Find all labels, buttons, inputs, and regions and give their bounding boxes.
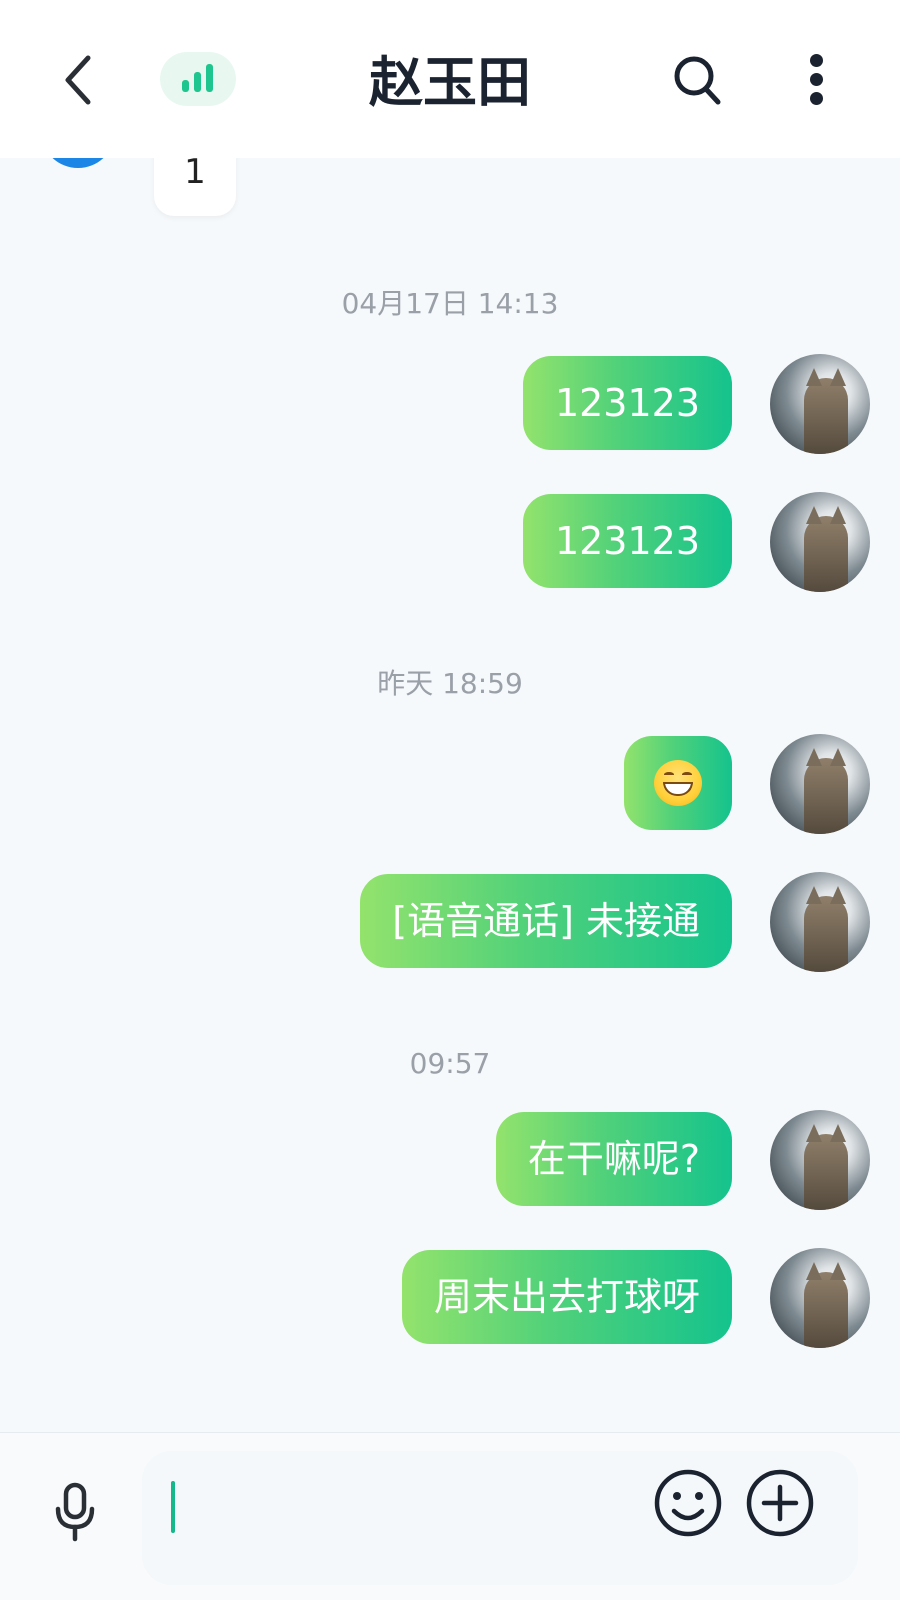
text-caret bbox=[171, 1481, 175, 1533]
message-text: [语音通话] 未接通 bbox=[392, 899, 700, 943]
message-text: 123123 bbox=[554, 519, 700, 563]
sent-message-bubble[interactable]: 123123 bbox=[522, 356, 732, 450]
cat-avatar-image bbox=[804, 896, 848, 972]
user-avatar[interactable] bbox=[770, 734, 870, 834]
cat-avatar-image bbox=[804, 378, 848, 454]
cat-ear-icon bbox=[830, 368, 846, 386]
more-options-button[interactable] bbox=[804, 50, 830, 110]
smiley-face-icon bbox=[654, 1469, 722, 1537]
voice-input-button[interactable] bbox=[50, 1477, 100, 1547]
cat-ear-icon bbox=[806, 506, 822, 524]
back-button[interactable] bbox=[56, 50, 100, 110]
cat-ear-icon bbox=[830, 886, 846, 904]
signal-bar-icon bbox=[206, 64, 213, 92]
dot-icon bbox=[810, 73, 823, 86]
plus-circle-icon bbox=[746, 1469, 814, 1537]
search-button[interactable] bbox=[670, 52, 726, 108]
cat-ear-icon bbox=[830, 506, 846, 524]
grinning-face-emoji-icon bbox=[654, 759, 702, 806]
search-icon bbox=[674, 56, 721, 105]
cat-ear-icon bbox=[806, 748, 822, 766]
dot-icon bbox=[810, 92, 823, 105]
chat-header: 赵玉田 bbox=[0, 0, 900, 158]
cat-ear-icon bbox=[806, 1262, 822, 1280]
page-title: 赵玉田 bbox=[369, 51, 531, 114]
user-avatar[interactable] bbox=[770, 872, 870, 972]
sent-message-bubble[interactable]: 在干嘛呢? bbox=[495, 1112, 732, 1206]
sent-message-bubble[interactable]: 123123 bbox=[522, 494, 732, 588]
cat-ear-icon bbox=[830, 1124, 846, 1142]
cat-avatar-image bbox=[804, 1134, 848, 1210]
sent-message-bubble[interactable] bbox=[624, 736, 732, 830]
sent-message-bubble[interactable]: [语音通话] 未接通 bbox=[360, 874, 732, 968]
cat-ear-icon bbox=[830, 1262, 846, 1280]
cat-ear-icon bbox=[806, 1124, 822, 1142]
cat-ear-icon bbox=[806, 368, 822, 386]
message-text: 在干嘛呢? bbox=[527, 1137, 700, 1181]
signal-status-button[interactable] bbox=[160, 52, 236, 106]
cat-avatar-image bbox=[804, 1272, 848, 1348]
sent-message-bubble[interactable]: 周末出去打球呀 bbox=[401, 1250, 732, 1344]
cat-avatar-image bbox=[804, 758, 848, 834]
more-actions-button[interactable] bbox=[744, 1467, 816, 1539]
user-avatar[interactable] bbox=[770, 492, 870, 592]
message-text: 123123 bbox=[554, 381, 700, 425]
message-input-bar bbox=[0, 1432, 900, 1600]
message-timestamp: 04月17日 14:13 bbox=[341, 287, 559, 320]
message-text: 周末出去打球呀 bbox=[433, 1275, 700, 1319]
message-text: 1 bbox=[184, 152, 206, 192]
signal-bar-icon bbox=[182, 80, 189, 92]
chevron-left-icon bbox=[65, 55, 91, 105]
user-avatar[interactable] bbox=[770, 1248, 870, 1348]
dot-icon bbox=[810, 54, 823, 67]
signal-bar-icon bbox=[194, 72, 201, 92]
emoji-button[interactable] bbox=[652, 1467, 724, 1539]
message-timestamp: 昨天 18:59 bbox=[377, 667, 523, 700]
cat-avatar-image bbox=[804, 516, 848, 592]
user-avatar[interactable] bbox=[770, 1110, 870, 1210]
cat-ear-icon bbox=[806, 886, 822, 904]
message-timestamp: 09:57 bbox=[409, 1047, 491, 1080]
microphone-icon bbox=[55, 1482, 95, 1542]
user-avatar[interactable] bbox=[770, 354, 870, 454]
cat-ear-icon bbox=[830, 748, 846, 766]
